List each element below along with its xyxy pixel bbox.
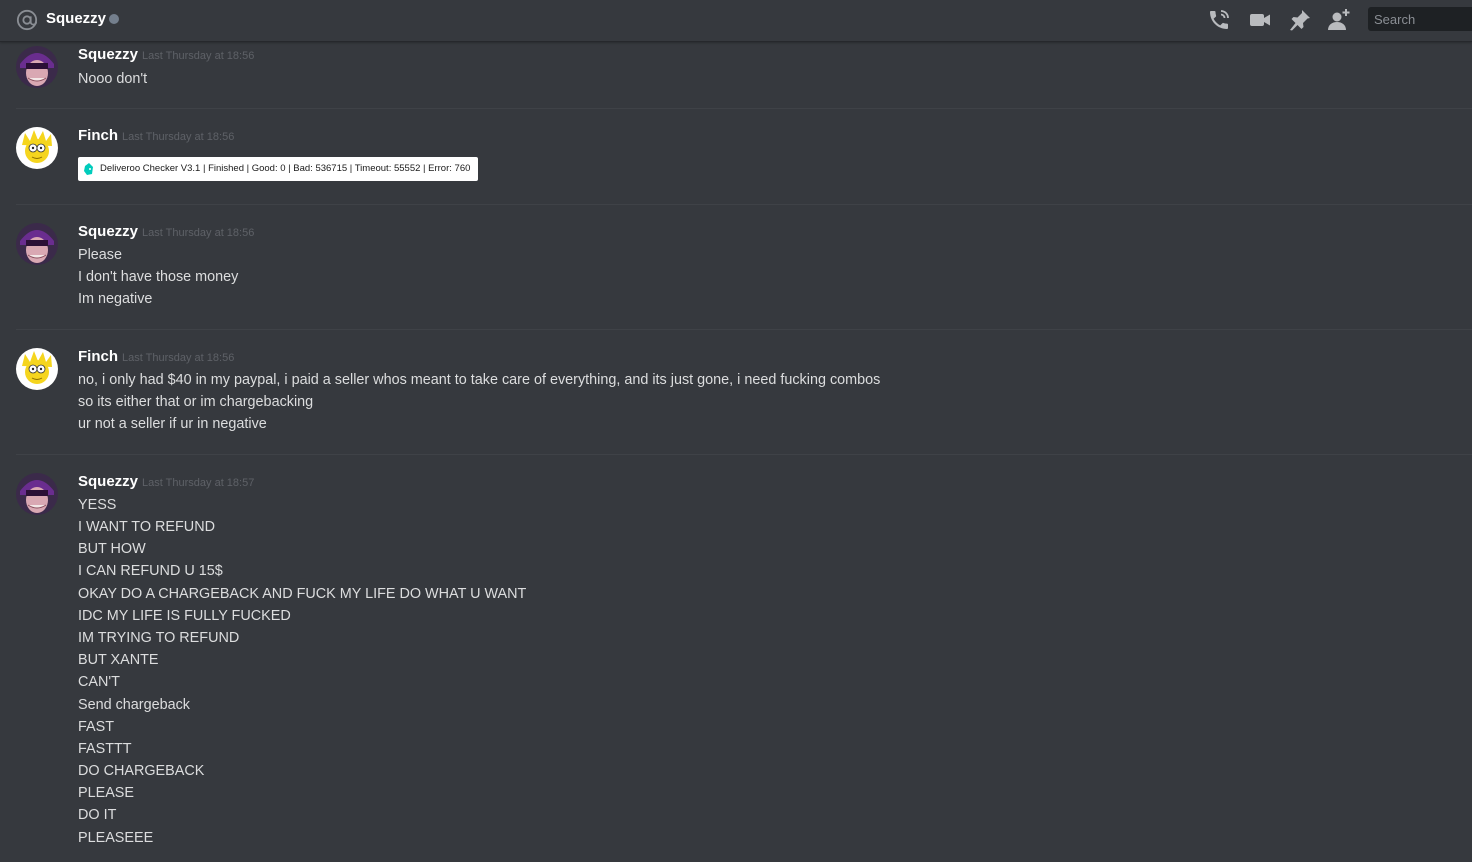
message-line: IDC MY LIFE IS FULLY FUCKED — [78, 608, 291, 624]
message-divider — [16, 454, 1472, 455]
message-author[interactable]: Finch Last Thursday at 18:56 — [78, 348, 234, 365]
message-line: I don't have those money — [78, 269, 239, 285]
message-line: BUT HOW — [78, 541, 146, 557]
at-icon — [16, 9, 38, 31]
message-timestamp: Last Thursday at 18:56 — [122, 131, 235, 143]
avatar[interactable] — [16, 348, 58, 390]
message-divider — [16, 329, 1472, 330]
message-author[interactable]: Squezzy Last Thursday at 18:56 — [78, 223, 254, 240]
pin-icon[interactable] — [1288, 8, 1312, 32]
message-list[interactable]: Squezzy Last Thursday at 18:56 Nooo don't… — [0, 43, 1472, 862]
call-icon[interactable] — [1207, 8, 1231, 32]
message-line: DO IT — [78, 807, 117, 823]
channel-name: Squezzy — [46, 10, 107, 27]
channel-header: Squezzy Search — [0, 0, 1472, 42]
search-bar[interactable]: Search — [1368, 7, 1472, 31]
author-name[interactable]: Squezzy — [78, 46, 138, 63]
message-line: Send chargeback — [78, 697, 191, 713]
add-friend-icon[interactable] — [1327, 8, 1351, 32]
message-author[interactable]: Squezzy Last Thursday at 18:57 — [78, 473, 254, 490]
message-divider — [16, 204, 1472, 205]
avatar[interactable] — [16, 46, 58, 88]
embed-text: Deliveroo Checker V3.1 | Finished | Good… — [100, 163, 471, 174]
message-author[interactable]: Squezzy Last Thursday at 18:56 — [78, 46, 254, 63]
message-line: FAST — [78, 719, 114, 735]
message-line: PLEASE — [78, 785, 134, 801]
message-line: I WANT TO REFUND — [78, 519, 215, 535]
status-dot — [109, 14, 119, 24]
author-name[interactable]: Finch — [78, 348, 118, 365]
message-line: ur not a seller if ur in negative — [78, 416, 267, 432]
deliveroo-icon — [84, 163, 93, 175]
message-line: OKAY DO A CHARGEBACK AND FUCK MY LIFE DO… — [78, 586, 527, 602]
message-line: Nooo don't — [78, 71, 148, 87]
author-name[interactable]: Squezzy — [78, 473, 138, 490]
avatar[interactable] — [16, 223, 58, 265]
message-line: IM TRYING TO REFUND — [78, 630, 240, 646]
message-timestamp: Last Thursday at 18:56 — [142, 227, 255, 239]
message-line: FASTTT — [78, 741, 132, 757]
avatar[interactable] — [16, 473, 58, 515]
message-timestamp: Last Thursday at 18:56 — [122, 352, 235, 364]
message-embed: Deliveroo Checker V3.1 | Finished | Good… — [78, 157, 478, 181]
message-line: no, i only had $40 in my paypal, i paid … — [78, 372, 881, 388]
message-line: Im negative — [78, 291, 153, 307]
avatar[interactable] — [16, 127, 58, 169]
message-timestamp: Last Thursday at 18:56 — [142, 50, 255, 62]
author-name[interactable]: Finch — [78, 127, 118, 144]
message-line: CAN'T — [78, 674, 120, 690]
message-line: BUT XANTE — [78, 652, 159, 668]
message-line: PLEASEEE — [78, 830, 154, 846]
message-line: DO CHARGEBACK — [78, 763, 205, 779]
author-name[interactable]: Squezzy — [78, 223, 138, 240]
message-line: so its either that or im chargebacking — [78, 394, 314, 410]
message-author[interactable]: Finch Last Thursday at 18:56 — [78, 127, 234, 144]
message-timestamp: Last Thursday at 18:57 — [142, 477, 255, 489]
search-placeholder: Search — [1374, 12, 1416, 27]
message-line: YESS — [78, 497, 117, 513]
message-divider — [16, 108, 1472, 109]
message-line: Please — [78, 247, 123, 263]
message-line: I CAN REFUND U 15$ — [78, 563, 223, 579]
video-icon[interactable] — [1248, 8, 1272, 32]
